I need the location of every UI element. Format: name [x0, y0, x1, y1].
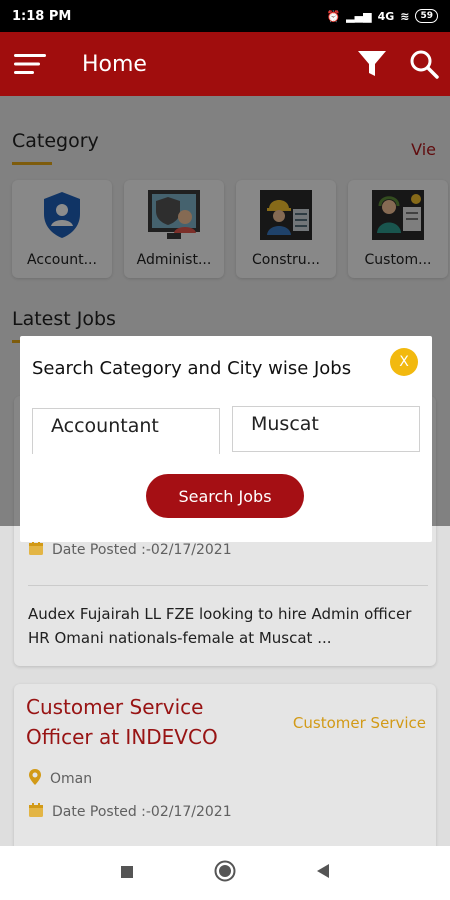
alarm-icon: ⏰	[326, 9, 341, 23]
search-dialog: Search Category and City wise Jobs X Acc…	[20, 336, 432, 542]
dialog-title: Search Category and City wise Jobs	[32, 358, 352, 379]
filter-icon[interactable]	[346, 32, 398, 96]
city-select[interactable]: Muscat	[232, 406, 420, 452]
battery-indicator: 59	[415, 9, 438, 23]
modal-overlay-lower[interactable]	[0, 526, 450, 846]
page-title: Home	[82, 51, 147, 77]
home-button-icon[interactable]	[214, 860, 236, 886]
category-select[interactable]: Accountant	[32, 408, 220, 454]
signal-icon: ▂▄▆	[346, 9, 372, 23]
close-button[interactable]: X	[390, 348, 418, 376]
search-jobs-button[interactable]: Search Jobs	[146, 474, 304, 518]
recent-apps-icon[interactable]	[120, 864, 134, 883]
network-label: 4G	[377, 9, 395, 23]
back-icon[interactable]	[316, 863, 330, 883]
app-bar: Home	[0, 32, 450, 96]
wifi-icon: ≋	[400, 9, 410, 23]
status-time: 1:18 PM	[12, 8, 72, 24]
system-nav-bar	[0, 846, 450, 900]
menu-icon[interactable]	[0, 32, 60, 96]
status-bar: 1:18 PM ⏰ ▂▄▆ 4G ≋ 59	[0, 0, 450, 32]
status-icons: ⏰ ▂▄▆ 4G ≋ 59	[326, 9, 438, 23]
search-icon[interactable]	[398, 32, 450, 96]
